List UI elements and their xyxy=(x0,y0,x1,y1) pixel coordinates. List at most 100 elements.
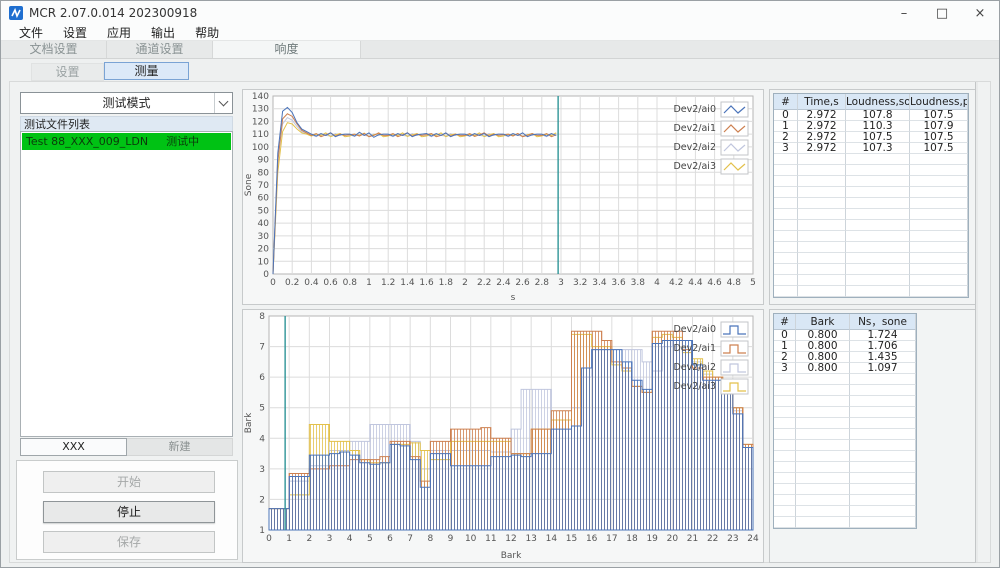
menu-help[interactable]: 帮助 xyxy=(185,24,229,41)
main-tab-strip: 文档设置通道设置响度 xyxy=(1,41,999,59)
svg-text:2.4: 2.4 xyxy=(496,278,511,288)
tab-new[interactable]: 新建 xyxy=(127,438,233,456)
svg-text:50: 50 xyxy=(258,206,270,216)
table-cell xyxy=(796,396,850,407)
table-cell xyxy=(910,275,968,286)
table-cell xyxy=(796,385,850,396)
specific-loudness-chart[interactable]: 0123456789101112131415161718192021222324… xyxy=(243,310,763,562)
svg-text:Bark: Bark xyxy=(501,551,522,561)
svg-text:20: 20 xyxy=(667,534,679,544)
table-cell xyxy=(774,374,796,385)
table-cell xyxy=(796,473,850,484)
specific-loudness-chart-panel: 0123456789101112131415161718192021222324… xyxy=(242,309,764,563)
minimize-button[interactable]: – xyxy=(885,1,923,25)
subtab-settings[interactable]: 设置 xyxy=(31,63,104,81)
table-cell xyxy=(774,407,796,418)
column-header: Loudness,phon xyxy=(910,94,968,110)
tab-channel-settings[interactable]: 通道设置 xyxy=(107,41,213,58)
table-cell xyxy=(774,275,798,286)
file-tab-strip: XXX新建 xyxy=(20,438,233,456)
table-cell xyxy=(846,264,910,275)
table-row xyxy=(774,220,968,231)
table-cell: 0.800 xyxy=(796,341,850,352)
svg-text:4.6: 4.6 xyxy=(707,278,722,288)
menu-settings[interactable]: 设置 xyxy=(53,24,97,41)
table-row xyxy=(774,264,968,275)
svg-text:0.2: 0.2 xyxy=(285,278,299,288)
svg-text:1: 1 xyxy=(259,526,265,536)
table-cell xyxy=(850,396,916,407)
menu-application[interactable]: 应用 xyxy=(97,24,141,41)
table-cell: 107.8 xyxy=(846,110,910,121)
svg-text:1.2: 1.2 xyxy=(381,278,395,288)
start-button[interactable]: 开始 xyxy=(43,471,215,493)
table-cell xyxy=(774,418,796,429)
table-row xyxy=(774,462,916,473)
svg-text:Dev2/ai1: Dev2/ai1 xyxy=(673,343,716,354)
svg-text:0.4: 0.4 xyxy=(304,278,319,288)
table-cell: 107.5 xyxy=(910,110,968,121)
svg-text:2: 2 xyxy=(306,534,312,544)
table-cell xyxy=(846,165,910,176)
svg-text:1: 1 xyxy=(366,278,372,288)
table-cell: 110.3 xyxy=(846,121,910,132)
panel-splitter[interactable] xyxy=(975,82,978,562)
table-cell xyxy=(850,407,916,418)
table-cell xyxy=(798,286,846,297)
test-file-list[interactable]: Test 88_XXX_009_LDN测试中 xyxy=(20,131,233,437)
table-cell xyxy=(798,165,846,176)
tab-loudness[interactable]: 响度 xyxy=(213,41,361,58)
column-header: # xyxy=(774,94,798,110)
table-cell xyxy=(774,506,796,517)
table-cell: 1 xyxy=(774,341,796,352)
table-cell xyxy=(850,451,916,462)
table-cell xyxy=(774,242,798,253)
table-cell xyxy=(910,176,968,187)
menu-output[interactable]: 输出 xyxy=(141,24,185,41)
table-cell: 1.097 xyxy=(850,363,916,374)
test-mode-select[interactable]: 测试模式 xyxy=(20,92,233,114)
svg-text:2.8: 2.8 xyxy=(535,278,550,288)
subtab-measure[interactable]: 测量 xyxy=(104,62,189,80)
save-button[interactable]: 保存 xyxy=(43,531,215,553)
svg-text:0.8: 0.8 xyxy=(343,278,358,288)
table-cell xyxy=(774,209,798,220)
table-cell: 107.5 xyxy=(910,132,968,143)
maximize-button[interactable]: □ xyxy=(923,1,961,25)
combo-arrow-icon[interactable] xyxy=(214,93,232,113)
tab-xxx[interactable]: XXX xyxy=(20,438,127,456)
table-cell xyxy=(850,495,916,506)
svg-text:17: 17 xyxy=(606,534,617,544)
table-cell: 0.800 xyxy=(796,352,850,363)
table-cell xyxy=(798,242,846,253)
svg-text:Bark: Bark xyxy=(244,412,254,433)
table-cell xyxy=(850,374,916,385)
table-row xyxy=(774,495,916,506)
column-header: # xyxy=(774,314,796,330)
svg-text:5: 5 xyxy=(259,404,265,414)
table-row xyxy=(774,473,916,484)
table-cell xyxy=(910,165,968,176)
svg-text:0: 0 xyxy=(266,534,272,544)
table-cell: 1.724 xyxy=(850,330,916,341)
tab-document-settings[interactable]: 文档设置 xyxy=(1,41,107,58)
loudness-time-chart[interactable]: 00.20.40.60.811.21.41.61.822.22.42.62.83… xyxy=(243,90,763,304)
table-cell xyxy=(850,440,916,451)
svg-text:11: 11 xyxy=(485,534,496,544)
stop-button[interactable]: 停止 xyxy=(43,501,215,523)
svg-text:120: 120 xyxy=(252,117,269,127)
table-cell xyxy=(774,220,798,231)
app-icon xyxy=(9,6,23,20)
table-cell xyxy=(796,506,850,517)
table-cell xyxy=(774,253,798,264)
table-row: 30.8001.097 xyxy=(774,363,916,374)
table-cell xyxy=(796,462,850,473)
table-cell: 1 xyxy=(774,121,798,132)
list-item[interactable]: Test 88_XXX_009_LDN测试中 xyxy=(22,133,231,150)
table-cell xyxy=(796,440,850,451)
menu-file[interactable]: 文件 xyxy=(9,24,53,41)
close-button[interactable]: × xyxy=(961,1,999,25)
table-row xyxy=(774,198,968,209)
table-cell xyxy=(850,429,916,440)
table-cell xyxy=(796,517,850,528)
